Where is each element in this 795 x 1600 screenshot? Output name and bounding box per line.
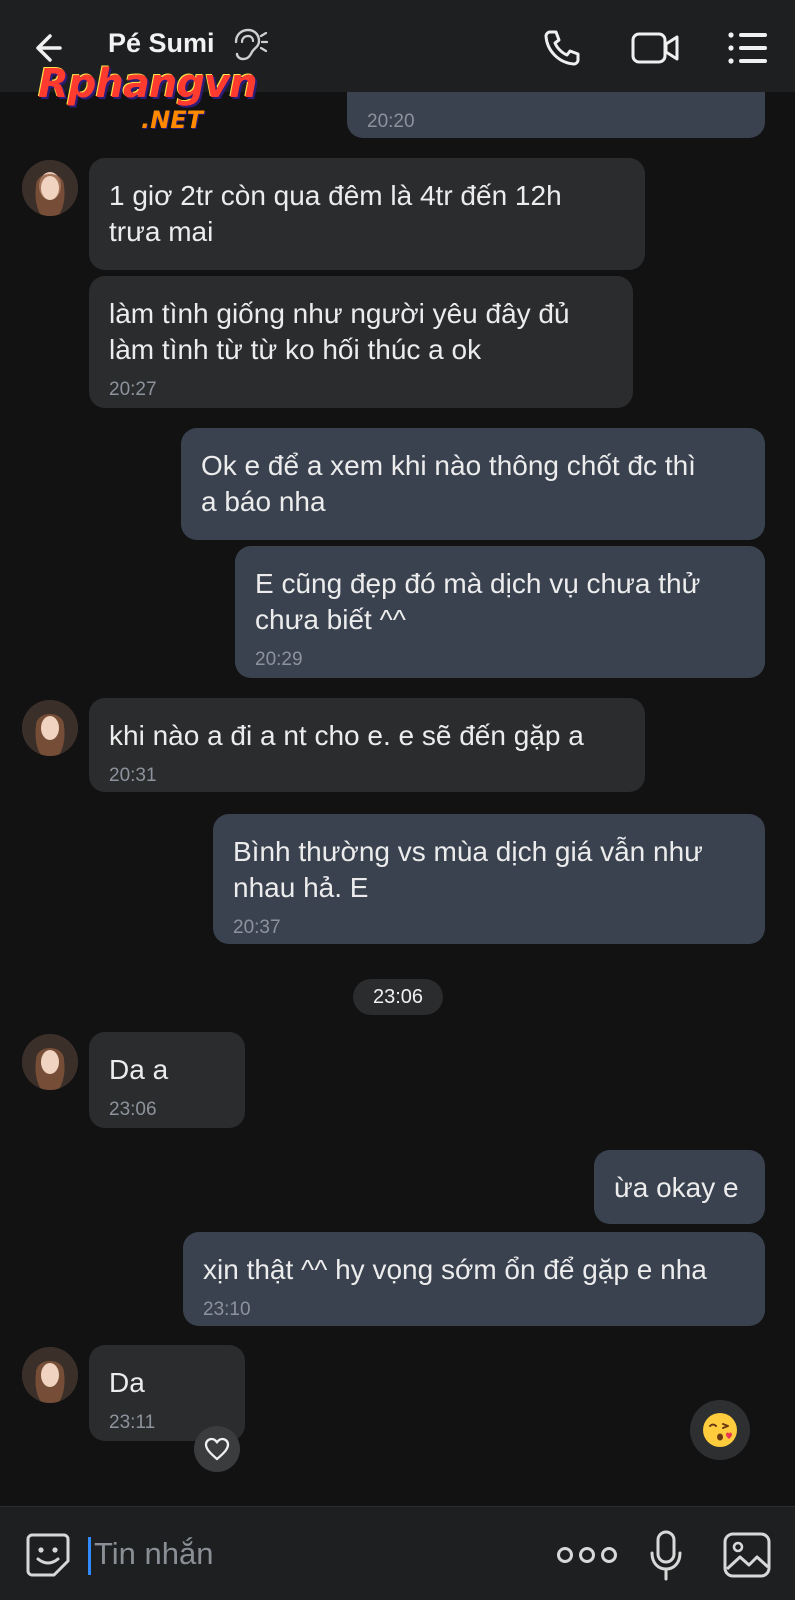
message-bubble-in[interactable]: khi nào a đi a nt cho e. e sẽ đến gặp a … bbox=[89, 698, 645, 792]
message-bubble-in[interactable]: Da a 23:06 bbox=[89, 1032, 245, 1128]
react-heart-button[interactable] bbox=[194, 1426, 240, 1472]
message-bubble-out[interactable]: Ok e để a xem khi nào thông chốt đc thì … bbox=[181, 428, 765, 540]
ear-icon bbox=[234, 28, 268, 61]
avatar[interactable] bbox=[22, 1034, 78, 1090]
message-time: 20:27 bbox=[109, 379, 157, 400]
mic-icon[interactable] bbox=[648, 1529, 684, 1583]
message-bubble-out[interactable]: xịn thật ^^ hy vọng sớm ổn để gặp e nha … bbox=[183, 1232, 765, 1326]
message-text: 1 giơ 2tr còn qua đêm là 4tr đến 12h trư… bbox=[109, 180, 562, 247]
avatar-photo-icon bbox=[22, 160, 78, 216]
message-time: 23:10 bbox=[203, 1299, 251, 1320]
message-text: E cũng đẹp đó mà dịch vụ chưa thử chưa b… bbox=[255, 568, 701, 635]
message-time: 20:29 bbox=[255, 649, 303, 670]
message-bubble-out[interactable]: Bình thường vs mùa dịch giá vẫn như nhau… bbox=[213, 814, 765, 944]
message-bubble-in[interactable]: làm tình giống như người yêu đây đủ làm … bbox=[89, 276, 633, 408]
composer-bar bbox=[0, 1506, 795, 1600]
image-icon[interactable] bbox=[722, 1531, 772, 1579]
kiss-emoji-icon bbox=[703, 1413, 737, 1447]
menu-icon[interactable] bbox=[726, 26, 770, 70]
message-text: Da a bbox=[109, 1054, 169, 1085]
message-bubble-out[interactable]: E cũng đẹp đó mà dịch vụ chưa thử chưa b… bbox=[235, 546, 765, 678]
more-icon[interactable] bbox=[556, 1543, 618, 1567]
heart-icon bbox=[204, 1437, 230, 1461]
avatar-photo-icon bbox=[22, 1034, 78, 1090]
watermark-sub: .NET bbox=[141, 106, 203, 134]
avatar[interactable] bbox=[22, 1347, 78, 1403]
avatar-photo-icon bbox=[22, 700, 78, 756]
watermark-main: Rphangvn bbox=[38, 61, 258, 107]
sticker-icon[interactable] bbox=[24, 1531, 72, 1579]
avatar-photo-icon bbox=[22, 1347, 78, 1403]
message-bubble-out[interactable]: ừa okay e bbox=[594, 1150, 765, 1224]
avatar[interactable] bbox=[22, 160, 78, 216]
phone-icon[interactable] bbox=[540, 26, 584, 70]
message-text: Ok e để a xem khi nào thông chốt đc thì … bbox=[201, 450, 696, 517]
message-bubble-in[interactable]: 1 giơ 2tr còn qua đêm là 4tr đến 12h trư… bbox=[89, 158, 645, 270]
video-call-icon[interactable] bbox=[630, 26, 682, 70]
avatar[interactable] bbox=[22, 700, 78, 756]
message-text: làm tình giống như người yêu đây đủ làm … bbox=[109, 298, 570, 365]
date-separator: 23:06 bbox=[353, 979, 443, 1015]
message-time: 20:31 bbox=[109, 765, 157, 786]
message-time: 20:20 bbox=[367, 111, 415, 132]
message-text: Bình thường vs mùa dịch giá vẫn như nhau… bbox=[233, 836, 703, 903]
contact-name[interactable]: Pé Sumi bbox=[108, 28, 215, 59]
message-text: ừa okay e bbox=[614, 1172, 739, 1203]
message-text: xịn thật ^^ hy vọng sớm ổn để gặp e nha bbox=[203, 1254, 707, 1285]
message-input[interactable] bbox=[94, 1529, 524, 1579]
quick-emoji-button[interactable] bbox=[690, 1400, 750, 1460]
watermark-logo: Rphangvn .NET bbox=[38, 61, 258, 134]
message-text: khi nào a đi a nt cho e. e sẽ đến gặp a bbox=[109, 720, 584, 751]
message-time: 20:37 bbox=[233, 917, 281, 938]
text-cursor bbox=[88, 1537, 91, 1575]
message-text: Da bbox=[109, 1367, 145, 1398]
message-time: 23:06 bbox=[109, 1099, 157, 1120]
